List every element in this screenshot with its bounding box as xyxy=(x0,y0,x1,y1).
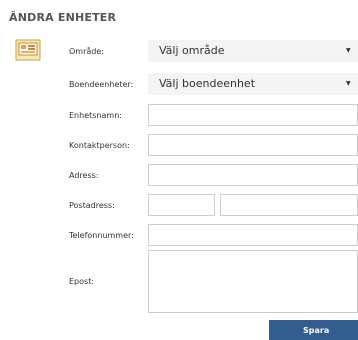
folder-window-icon xyxy=(15,39,41,61)
unit-select[interactable]: Välj boendeenhet ▼ xyxy=(148,73,358,95)
email-label: Epost: xyxy=(69,277,95,286)
address-label: Adress: xyxy=(69,171,99,180)
contact-label: Kontaktperson: xyxy=(69,141,130,150)
unit-select-value: Välj boendeenhet xyxy=(159,77,256,90)
unit-label: Boendeenheter: xyxy=(69,80,134,89)
phone-input[interactable] xyxy=(148,224,358,246)
dropdown-arrow-icon: ▼ xyxy=(346,80,351,87)
save-button[interactable]: Spara xyxy=(269,320,358,340)
phone-label: Telefonnummer: xyxy=(69,231,134,240)
dropdown-arrow-icon: ▼ xyxy=(346,47,351,54)
contact-input[interactable] xyxy=(148,134,358,156)
postal-label: Postadress: xyxy=(69,201,115,210)
area-select-value: Välj område xyxy=(159,44,225,57)
address-input[interactable] xyxy=(148,164,358,186)
unitname-label: Enhetsnamn: xyxy=(69,111,122,120)
email-textarea[interactable] xyxy=(148,250,358,313)
postcode-input[interactable] xyxy=(148,194,215,216)
unitname-input[interactable] xyxy=(148,104,358,126)
page-title: ÄNDRA ENHETER xyxy=(9,11,117,24)
area-label: Område: xyxy=(69,47,104,56)
city-input[interactable] xyxy=(220,194,358,216)
area-select[interactable]: Välj område ▼ xyxy=(148,40,358,62)
